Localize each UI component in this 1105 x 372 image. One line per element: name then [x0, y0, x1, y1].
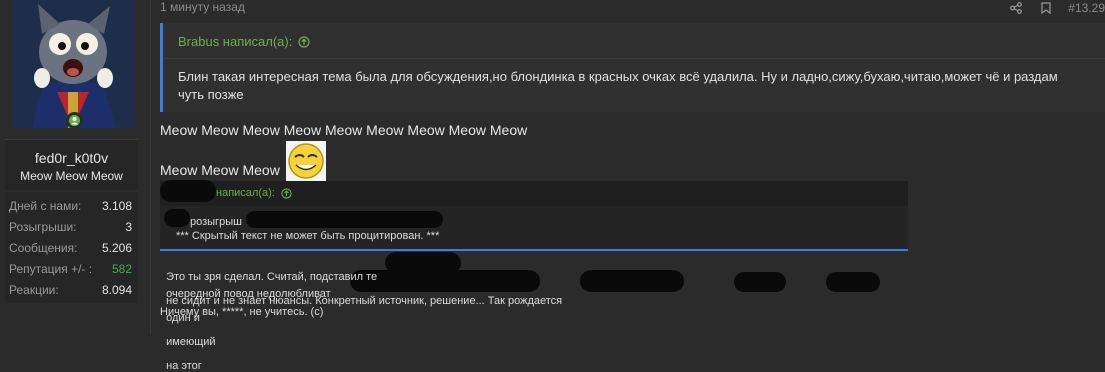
stat-label: Сообщения:: [9, 241, 78, 255]
stat-value: 3: [125, 220, 132, 234]
nested-quote-author-label[interactable]: написал(а):: [216, 187, 275, 199]
quote-divider: [163, 58, 1105, 59]
avatar[interactable]: [12, 0, 135, 128]
user-panel: fed0r_k0t0v Meow Meow Meow Дней с нами: …: [0, 0, 147, 334]
quote-author-label[interactable]: Brabus написал(а):: [178, 34, 292, 49]
redaction-mark: [580, 270, 684, 292]
redaction-mark: [734, 272, 786, 292]
redaction-mark: [826, 272, 880, 292]
user-stats: Дней с нами: 3.108 Розыгрыши: 3 Сообщени…: [5, 192, 138, 303]
quote-block: Brabus написал(а): Блин такая интересная…: [160, 23, 1105, 112]
stat-row-messages: Сообщения: 5.206: [5, 238, 138, 259]
stat-label: Реакции:: [9, 283, 59, 297]
post-body-line: Ничему вы, *****, не учитесь. (с): [160, 306, 324, 318]
post-time[interactable]: 1 минуту назад: [160, 0, 245, 14]
post-actions: #13.29: [1008, 0, 1105, 16]
hidden-text-notice: *** Скрытый текст не может быть процитир…: [176, 230, 440, 242]
stat-value: 5.206: [101, 241, 132, 255]
stat-row-giveaways: Розыгрыши: 3: [5, 217, 138, 238]
stat-row-days: Дней с нами: 3.108: [5, 196, 138, 217]
redaction-mark: [160, 180, 216, 202]
stat-label: Розыгрыши:: [9, 220, 77, 234]
troll-smiley-icon: [286, 141, 326, 181]
panel-divider: [150, 0, 151, 334]
user-card: fed0r_k0t0v Meow Meow Meow: [5, 139, 138, 190]
stat-label: Дней с нами:: [9, 199, 82, 213]
post-text-line: Meow Meow Meow: [160, 162, 280, 178]
quote-author[interactable]: Brabus написал(а):: [178, 34, 310, 49]
post-number[interactable]: #13.29: [1068, 1, 1105, 15]
post-text-line: Meow Meow Meow Meow Meow Meow Meow Meow …: [160, 122, 528, 138]
nested-quote-author[interactable]: написал(а):: [216, 187, 292, 199]
stat-row-reactions: Реакции: 8.094: [5, 280, 138, 301]
post-body-fragment: очередной повод недолюбливат: [166, 288, 331, 300]
user-title: Meow Meow Meow: [20, 169, 123, 183]
nested-quote-text: розыгрыш: [190, 216, 242, 228]
redaction-mark: [164, 209, 190, 227]
quote-text: Блин такая интересная тема была для обсу…: [178, 69, 1058, 102]
stat-value: 8.094: [101, 283, 132, 297]
bookmark-icon[interactable]: [1038, 0, 1054, 16]
post-body-fragment: на этог: [166, 360, 202, 372]
post-body-line: очередной повод недолюбливат один и имею…: [160, 276, 331, 372]
stat-value: 3.108: [101, 199, 132, 213]
online-status-icon: [66, 112, 83, 129]
stat-label: Репутация +/- :: [9, 262, 93, 276]
post-body-fragment: имеющий: [166, 336, 216, 348]
arrow-up-circle-icon[interactable]: [298, 35, 310, 48]
username[interactable]: fed0r_k0t0v: [5, 150, 138, 166]
stat-value: 582: [111, 262, 132, 276]
share-icon[interactable]: [1008, 0, 1024, 16]
stat-row-reputation: Репутация +/- : 582: [5, 259, 138, 280]
redaction-mark: [246, 211, 443, 228]
arrow-up-circle-icon[interactable]: [281, 187, 292, 199]
